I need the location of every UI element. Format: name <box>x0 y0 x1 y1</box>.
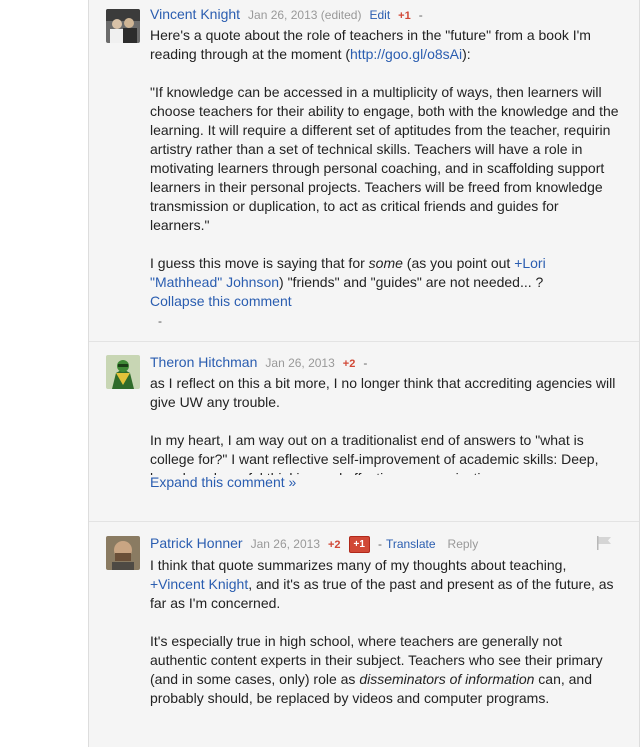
plus-one-count[interactable]: +2 <box>328 539 341 551</box>
avatar[interactable] <box>106 355 140 389</box>
separator-dash: - <box>418 8 423 22</box>
author-name[interactable]: Theron Hitchman <box>150 354 257 370</box>
paragraph: I think that quote summarizes many of my… <box>150 556 620 613</box>
reply-link[interactable]: Reply <box>448 537 479 551</box>
avatar-superhero-icon <box>106 355 140 389</box>
avatar-photo-icon <box>106 9 140 43</box>
comment-date[interactable]: Jan 26, 2013 <box>251 537 320 551</box>
paragraph: In my heart, I am way out on a tradition… <box>150 432 599 475</box>
collapse-comment-link[interactable]: Collapse this comment <box>150 292 292 311</box>
body-text: I think that quote summarizes many of my… <box>150 557 567 573</box>
avatar[interactable] <box>106 536 140 570</box>
edit-link[interactable]: Edit <box>369 8 390 22</box>
expand-comment-link[interactable]: Expand this comment » <box>150 473 296 492</box>
body-text: ): <box>462 46 471 62</box>
paragraph: I guess this move is saying that for som… <box>150 254 620 292</box>
comment-header: Theron Hitchman Jan 26, 2013 +2- <box>150 352 367 372</box>
avatar[interactable] <box>106 9 140 43</box>
flag-icon[interactable] <box>596 536 612 550</box>
body-text: ) "friends" and "guides" are not needed.… <box>279 274 544 290</box>
body-text: (as you point out <box>402 255 515 271</box>
author-name[interactable]: Patrick Honner <box>150 535 243 551</box>
paragraph: Here's a quote about the role of teacher… <box>150 26 620 64</box>
comment-divider <box>89 341 639 342</box>
comment-body: Here's a quote about the role of teacher… <box>150 26 620 292</box>
translate-link[interactable]: Translate <box>386 537 436 551</box>
comments-panel: Vincent Knight Jan 26, 2013 (edited) Edit +… <box>88 0 640 747</box>
shortlink[interactable]: http://goo.gl/o8sAi <box>350 46 462 62</box>
comment-date[interactable]: Jan 26, 2013 (edited) <box>248 8 361 22</box>
body-text: I guess this move is saying that for <box>150 255 369 271</box>
plus-one-count[interactable]: +1 <box>398 10 411 22</box>
plus-one-button[interactable]: +1 <box>348 536 370 554</box>
separator-dash: - <box>158 314 162 328</box>
date-text: Jan 26, 2013 <box>248 8 318 22</box>
edited-marker: (edited) <box>320 8 362 22</box>
paragraph: It's especially true in high school, whe… <box>150 632 620 708</box>
comment-body: I think that quote summarizes many of my… <box>150 556 620 708</box>
author-name[interactable]: Vincent Knight <box>150 6 240 22</box>
emphasis-text: some <box>368 255 403 271</box>
separator-dash: - <box>363 356 368 370</box>
comment-header: Vincent Knight Jan 26, 2013 (edited) Edit +… <box>150 4 423 24</box>
plus-one-count[interactable]: +2 <box>343 358 356 370</box>
avatar-photo-icon <box>106 536 140 570</box>
comment-header: Patrick Honner Jan 26, 2013 +2 +1- Translate… <box>150 533 479 554</box>
comment-date[interactable]: Jan 26, 2013 <box>265 356 334 370</box>
quote-paragraph: "If knowledge can be accessed in a multi… <box>150 84 619 233</box>
paragraph: as I reflect on this a bit more, I no lo… <box>150 375 616 410</box>
mention-link[interactable]: +Vincent Knight <box>150 576 248 592</box>
comment-divider <box>89 521 639 522</box>
separator-dash: - <box>377 537 382 551</box>
comment-body: as I reflect on this a bit more, I no lo… <box>150 374 620 475</box>
emphasis-text: disseminators of information <box>359 671 535 687</box>
